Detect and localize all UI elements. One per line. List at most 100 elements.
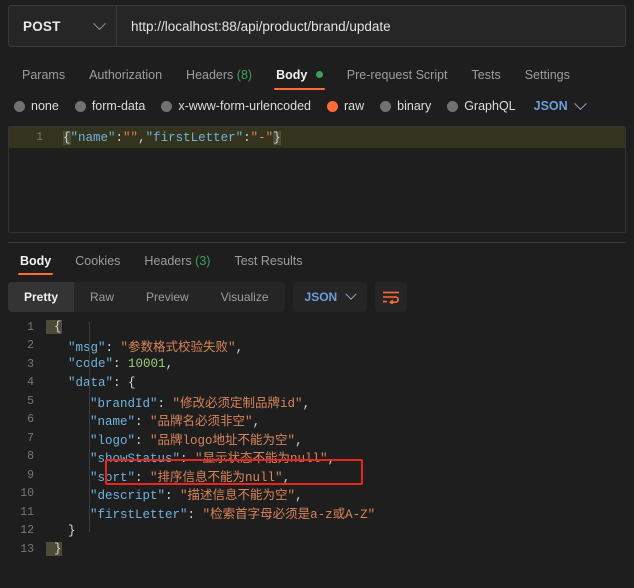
request-tabs: Params Authorization Headers (8) Body Pr… (0, 56, 634, 90)
response-tab-headers-count: (3) (195, 253, 211, 268)
json-value-showstatus: "显示状态不能为null" (195, 452, 328, 467)
response-format-label: JSON (304, 290, 338, 304)
json-comma: , (282, 470, 291, 485)
json-value-msg: "参数格式校验失败" (120, 341, 236, 356)
line-number: 6 (27, 413, 34, 427)
word-wrap-button[interactable] (375, 282, 408, 312)
tab-pre-request-script[interactable]: Pre-request Script (335, 67, 460, 91)
response-tab-cookies[interactable]: Cookies (63, 254, 132, 276)
tab-body-label: Body (276, 67, 308, 82)
body-type-graphql-label: GraphQL (464, 99, 516, 113)
radio-icon (447, 100, 459, 112)
json-brace-open: { (63, 130, 71, 145)
json-key-logo: "logo" (90, 433, 136, 448)
tab-body[interactable]: Body (264, 67, 335, 91)
json-value-sort: "排序信息不能为null" (150, 470, 283, 485)
http-method-dropdown[interactable]: POST (9, 6, 117, 46)
response-code-line: 6 "name": "品牌名必须非空", (0, 410, 634, 429)
body-type-graphql[interactable]: GraphQL (447, 99, 516, 113)
response-tabs: Body Cookies Headers (3) Test Results (0, 243, 634, 275)
view-mode-preview[interactable]: Preview (130, 282, 205, 312)
body-type-none-label: none (31, 99, 59, 113)
response-tab-test-results[interactable]: Test Results (222, 254, 314, 276)
line-number: 11 (20, 505, 34, 519)
body-type-raw[interactable]: raw (327, 99, 364, 113)
line-number: 10 (20, 487, 34, 501)
url-input[interactable]: http://localhost:88/api/product/brand/up… (117, 6, 625, 46)
json-key-brandid: "brandId" (90, 396, 158, 411)
json-brace-close: } (68, 523, 76, 538)
view-mode-pretty-label: Pretty (24, 290, 59, 304)
view-mode-pretty[interactable]: Pretty (8, 282, 75, 312)
response-code-text: "firstLetter": "检索首字母必须是a-z或A-Z" (46, 503, 375, 522)
response-code-line: 13 } (0, 540, 634, 559)
radio-icon (14, 100, 25, 112)
tab-headers[interactable]: Headers (8) (174, 68, 264, 91)
json-comma: , (295, 489, 303, 504)
json-key-name: "name" (70, 130, 116, 145)
json-key-firstletter: "firstLetter" (145, 130, 244, 145)
tab-settings[interactable]: Settings (513, 68, 582, 91)
response-code-line: 2 "msg": "参数格式校验失败", (0, 337, 634, 356)
json-value-firstletter: "-" (250, 130, 274, 145)
json-comma: , (235, 341, 244, 356)
body-type-urlencoded[interactable]: x-www-form-urlencoded (161, 99, 311, 113)
json-colon: : (157, 396, 166, 411)
json-colon: : (113, 357, 121, 372)
json-brace-open: { (128, 375, 136, 390)
request-code-text: {"name":"","firstLetter":"-"} (55, 130, 281, 145)
tab-params[interactable]: Params (10, 68, 77, 91)
request-code-line[interactable]: 1 {"name":"","firstLetter":"-"} (9, 127, 625, 148)
response-tab-headers-label: Headers (144, 253, 192, 268)
view-mode-preview-label: Preview (146, 290, 189, 304)
json-comma: , (252, 415, 261, 430)
response-code-text: "brandId": "修改必须定制品牌id", (46, 392, 310, 411)
json-colon: : (180, 452, 188, 467)
request-body-editor[interactable]: 1 {"name":"","firstLetter":"-"} (8, 126, 626, 233)
tab-authorization[interactable]: Authorization (77, 68, 174, 91)
response-code-text: "sort": "排序信息不能为null", (46, 466, 290, 485)
json-brace-close: } (273, 130, 281, 145)
response-code-line: 11 "firstLetter": "检索首字母必须是a-z或A-Z" (0, 503, 634, 522)
response-code-text: "descript": "描述信息不能为空", (46, 484, 303, 503)
json-comma: , (138, 130, 146, 145)
response-code-text: "data": { (46, 376, 136, 390)
response-body-viewer[interactable]: 1 { 2 "msg": "参数格式校验失败", 3 "code": 10001… (0, 318, 634, 566)
json-key-msg: "msg" (68, 341, 106, 356)
radio-icon (161, 100, 173, 112)
view-mode-visualize[interactable]: Visualize (205, 282, 285, 312)
tab-pre-request-script-label: Pre-request Script (346, 67, 448, 82)
json-value-logo: "品牌logo地址不能为空" (150, 433, 296, 448)
response-code-line: 4 "data": { (0, 374, 634, 393)
view-mode-raw[interactable]: Raw (74, 282, 130, 312)
response-code-line: 12 } (0, 522, 634, 541)
line-number: 4 (27, 376, 34, 390)
line-number: 1 (36, 131, 43, 144)
response-format-dropdown[interactable]: JSON (292, 282, 368, 312)
response-code-text: "name": "品牌名必须非空", (46, 410, 260, 429)
chevron-down-icon (573, 96, 587, 110)
body-type-none[interactable]: none (14, 99, 59, 113)
response-tab-body[interactable]: Body (8, 254, 63, 276)
json-value-brandid: "修改必须定制品牌id" (172, 396, 303, 411)
body-type-form-data[interactable]: form-data (74, 99, 145, 113)
radio-icon (380, 100, 392, 112)
json-colon: : (165, 489, 173, 504)
json-key-firstletter: "firstLetter" (90, 507, 188, 522)
json-value-descript: "描述信息不能为空" (180, 489, 296, 504)
body-type-options: none form-data x-www-form-urlencoded raw… (0, 92, 634, 120)
json-value-name: "品牌名必须非空" (150, 415, 253, 430)
json-colon: : (115, 130, 124, 145)
json-key-descript: "descript" (90, 489, 166, 504)
raw-format-dropdown[interactable]: JSON (534, 96, 587, 113)
body-indicator-dot-icon (315, 70, 323, 78)
response-tab-headers[interactable]: Headers (3) (132, 253, 222, 276)
body-type-binary[interactable]: binary (380, 99, 431, 113)
json-colon: : (113, 375, 121, 390)
response-code-line: 3 "code": 10001, (0, 355, 634, 374)
json-key-showstatus: "showStatus" (90, 452, 181, 467)
line-number: 7 (27, 431, 34, 445)
response-code-line: 10 "descript": "描述信息不能为空", (0, 484, 634, 503)
json-colon: : (105, 341, 114, 356)
tab-tests[interactable]: Tests (460, 68, 513, 91)
